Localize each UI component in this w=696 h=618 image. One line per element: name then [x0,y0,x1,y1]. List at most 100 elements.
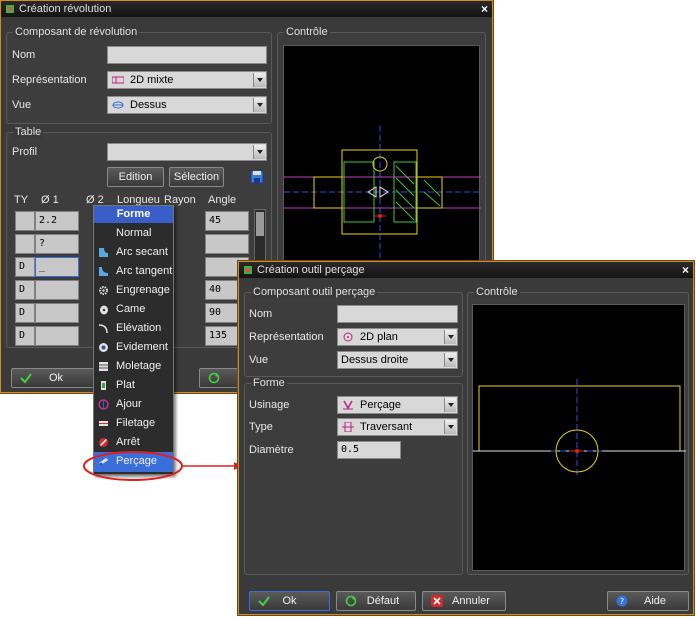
vue-value: Dessus droite [341,354,409,366]
menu-item-arc-tangent[interactable]: Arc tangent [94,262,173,281]
app-icon [6,5,14,13]
type-label: Type [249,421,273,433]
col-header-ty: TY [14,194,29,206]
aide-label: Aide [643,595,667,607]
menu-item-plat[interactable]: Plat [94,376,173,395]
svg-text:?: ? [620,597,624,606]
through-hole-icon [342,422,354,432]
menu-item-elevation[interactable]: Elévation [94,319,173,338]
representation-label: Représentation [12,74,87,86]
table-row[interactable]: D [15,280,35,300]
ok-button-window1[interactable]: Ok [11,368,101,388]
help-button[interactable]: ? Aide [607,591,689,611]
nom-label: Nom [249,308,273,320]
nom-field[interactable] [107,46,267,64]
table-row[interactable] [15,234,35,254]
table-row[interactable]: D [15,303,35,323]
selection-button[interactable]: Sélection [169,167,224,187]
composant-outil-panel: Composant outil perçage Nom Représentati… [244,286,463,377]
chevron-down-icon[interactable] [444,330,456,344]
representation-value: 2D mixte [130,74,174,86]
menu-item-ajour[interactable]: Ajour [94,395,173,414]
composant-outil-title: Composant outil perçage [251,286,378,298]
chevron-down-icon[interactable] [444,420,456,434]
defaut-label: Défaut [366,595,400,607]
menu-item-moletage[interactable]: Moletage [94,357,173,376]
profil-label: Profil [12,146,38,158]
menu-item-percage[interactable]: Perçage [94,452,173,472]
menu-item-came[interactable]: Came [94,300,173,319]
menu-item-evidement[interactable]: Evidement [94,338,173,357]
nom-label: Nom [12,49,36,61]
menu-item-filetage[interactable]: Filetage [94,414,173,433]
composant-revolution-panel: Composant de révolution Nom Représentati… [6,26,272,124]
close-icon[interactable]: × [682,262,689,278]
table-row[interactable]: 2.2 [35,211,79,231]
menu-item-arret[interactable]: Arrêt [94,433,173,452]
type-select[interactable]: Traversant [337,418,458,436]
scrollbar-thumb[interactable] [256,212,264,236]
representation-label: Représentation [249,331,324,343]
window2-titlebar[interactable]: Création outil perçage × [239,262,693,278]
save-icon[interactable] [250,170,264,184]
revolution-drawing [284,126,481,270]
chevron-down-icon[interactable] [253,145,265,159]
usinage-select[interactable]: Perçage [337,396,458,414]
default-button[interactable]: Défaut [336,591,416,611]
gear-icon [99,286,108,295]
table-row[interactable] [205,234,249,254]
nom-field[interactable] [337,305,458,323]
chevron-down-icon[interactable] [253,98,265,112]
menu-item-engrenage[interactable]: Engrenage [94,281,173,300]
profil-select[interactable] [107,143,267,161]
menu-item-arc-secant[interactable]: Arc secant [94,243,173,262]
preview-canvas[interactable] [472,304,686,571]
annuler-label: Annuler [452,595,490,607]
app-icon [244,266,252,274]
cam-icon [100,305,108,315]
table-row[interactable]: 45 [205,211,249,231]
window1-titlebar[interactable]: Création révolution × [1,1,492,17]
forme-menu: Forme Normal Arc secant Arc tangent Engr… [93,205,174,475]
forme-menu-header: Forme [94,206,173,223]
window-creation-outil-percage: Création outil perçage × Composant outil… [238,261,694,615]
controle-title: Contrôle [474,286,520,298]
vue-label: Vue [249,354,269,366]
composant-revolution-title: Composant de révolution [13,26,140,38]
chevron-down-icon[interactable] [444,353,456,367]
menu-item-normal[interactable]: Normal [94,224,173,243]
drill-icon [343,400,353,410]
default-button-window1[interactable] [199,368,239,388]
vue-select[interactable]: Dessus [107,96,267,114]
table-row[interactable]: ? [35,234,79,254]
table-row[interactable]: _ [35,257,79,277]
diametre-field[interactable]: 0.5 [337,441,401,459]
table-row[interactable]: D [15,326,35,346]
col-header-d1: Ø 1 [41,194,59,206]
table-row[interactable]: D [15,257,35,277]
ok-button[interactable]: Ok [249,591,330,611]
window1-title: Création révolution [19,3,112,15]
chevron-down-icon[interactable] [253,73,265,87]
cancel-button[interactable]: Annuler [422,591,506,611]
2d-mixte-icon [112,76,124,84]
table-row[interactable] [35,303,79,323]
flat-icon [101,381,106,390]
2d-plan-icon [343,332,353,342]
representation-select[interactable]: 2D plan [337,328,458,346]
thread-icon [99,421,108,426]
close-icon[interactable]: × [481,1,488,17]
vue-value: Dessus [130,99,167,111]
stop-icon [99,438,108,447]
table-row[interactable] [35,280,79,300]
edition-button[interactable]: Edition [107,167,164,187]
representation-select[interactable]: 2D mixte [107,71,267,89]
vue-select[interactable]: Dessus droite [337,351,458,369]
chevron-down-icon[interactable] [444,398,456,412]
preview-canvas[interactable] [283,45,481,270]
opening-icon [98,399,109,410]
table-row[interactable] [35,326,79,346]
representation-value: 2D plan [360,331,398,343]
table-row[interactable] [15,211,35,231]
close-icon [431,595,443,607]
